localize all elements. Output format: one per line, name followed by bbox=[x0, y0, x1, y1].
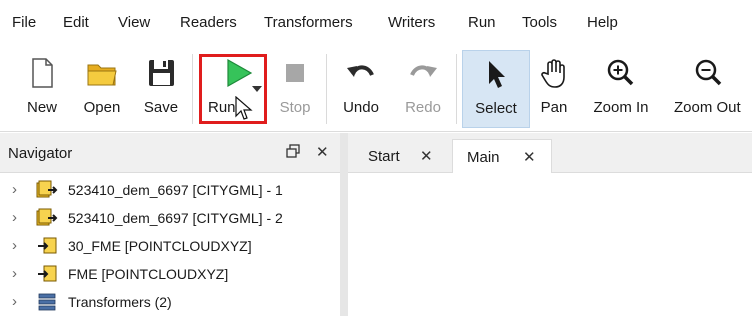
open-button[interactable]: Open bbox=[78, 50, 126, 128]
menu-readers[interactable]: Readers bbox=[180, 14, 237, 31]
new-file-icon bbox=[32, 58, 53, 88]
navigator-item-label: 523410_dem_6697 [CITYGML] - 2 bbox=[68, 210, 283, 226]
redo-button[interactable]: Redo bbox=[398, 50, 448, 128]
stop-label: Stop bbox=[279, 99, 311, 116]
select-button[interactable]: Select bbox=[462, 50, 530, 128]
toolbar-separator bbox=[326, 54, 327, 124]
tab-start[interactable]: Start ✕ bbox=[354, 139, 450, 173]
restore-window-icon[interactable] bbox=[286, 144, 300, 161]
tab-main-label: Main bbox=[467, 149, 500, 166]
chevron-right-icon[interactable]: › bbox=[12, 237, 17, 254]
zoom-in-icon bbox=[607, 59, 634, 86]
writer-icon bbox=[38, 237, 57, 254]
navigator-tree: › 523410_dem_6697 [CITYGML] - 1 › 523410… bbox=[0, 174, 340, 316]
close-icon[interactable]: ✕ bbox=[316, 143, 329, 161]
reader-icon bbox=[36, 180, 58, 198]
navigator-header: Navigator ✕ bbox=[0, 133, 340, 173]
zoom-out-button[interactable]: Zoom Out bbox=[668, 50, 752, 128]
undo-label: Undo bbox=[343, 99, 379, 116]
open-label: Open bbox=[83, 99, 121, 116]
select-label: Select bbox=[475, 100, 517, 117]
toolbar-separator bbox=[192, 54, 193, 124]
list-item[interactable]: › FME [POINTCLOUDXYZ] bbox=[0, 262, 340, 288]
reader-icon bbox=[36, 208, 58, 226]
tab-main[interactable]: Main ✕ bbox=[452, 139, 552, 173]
panel-splitter[interactable] bbox=[340, 133, 348, 316]
run-highlight-box bbox=[199, 54, 267, 124]
pan-button[interactable]: Pan bbox=[534, 50, 574, 128]
chevron-right-icon[interactable]: › bbox=[12, 181, 17, 198]
navigator-item-label: 523410_dem_6697 [CITYGML] - 1 bbox=[68, 182, 283, 198]
chevron-right-icon[interactable]: › bbox=[12, 265, 17, 282]
list-item[interactable]: › 30_FME [POINTCLOUDXYZ] bbox=[0, 234, 340, 260]
navigator-item-label: 30_FME [POINTCLOUDXYZ] bbox=[68, 238, 252, 254]
chevron-right-icon[interactable]: › bbox=[12, 209, 17, 226]
list-item[interactable]: › 523410_dem_6697 [CITYGML] - 1 bbox=[0, 178, 340, 204]
list-item[interactable]: › Transformers (2) bbox=[0, 290, 340, 316]
stop-button[interactable]: Stop bbox=[272, 50, 318, 128]
menu-file[interactable]: File bbox=[12, 14, 36, 31]
pan-label: Pan bbox=[540, 99, 568, 116]
navigator-item-label: Transformers (2) bbox=[68, 294, 172, 310]
save-disk-icon bbox=[149, 60, 174, 86]
menu-transformers[interactable]: Transformers bbox=[264, 14, 353, 31]
menu-help[interactable]: Help bbox=[587, 14, 618, 31]
chevron-right-icon[interactable]: › bbox=[12, 293, 17, 310]
close-icon[interactable]: ✕ bbox=[420, 147, 433, 165]
redo-icon bbox=[410, 65, 437, 77]
folder-open-icon bbox=[87, 64, 117, 86]
toolbar: New Open Save Run Stop Undo Redo Select … bbox=[0, 40, 752, 132]
menu-run[interactable]: Run bbox=[468, 14, 496, 31]
tab-start-label: Start bbox=[368, 148, 400, 165]
menu-writers[interactable]: Writers bbox=[388, 14, 435, 31]
menu-edit[interactable]: Edit bbox=[63, 14, 89, 31]
tab-bar: Start ✕ Main ✕ bbox=[348, 133, 752, 173]
save-button[interactable]: Save bbox=[138, 50, 184, 128]
hand-pan-icon bbox=[541, 59, 565, 88]
stop-icon bbox=[286, 64, 304, 82]
new-button[interactable]: New bbox=[20, 50, 64, 128]
save-label: Save bbox=[143, 99, 179, 116]
menu-tools[interactable]: Tools bbox=[522, 14, 557, 31]
menu-view[interactable]: View bbox=[118, 14, 150, 31]
close-icon[interactable]: ✕ bbox=[523, 148, 536, 166]
undo-button[interactable]: Undo bbox=[336, 50, 386, 128]
writer-icon bbox=[38, 265, 57, 282]
navigator-title: Navigator bbox=[8, 145, 73, 162]
list-item[interactable]: › 523410_dem_6697 [CITYGML] - 2 bbox=[0, 206, 340, 232]
zoom-in-button[interactable]: Zoom In bbox=[584, 50, 658, 128]
undo-icon bbox=[347, 65, 374, 77]
zoom-out-icon bbox=[695, 59, 722, 86]
transformers-icon bbox=[38, 293, 56, 311]
new-label: New bbox=[26, 99, 57, 116]
toolbar-separator bbox=[456, 54, 457, 124]
select-arrow-icon bbox=[489, 61, 505, 88]
navigator-item-label: FME [POINTCLOUDXYZ] bbox=[68, 266, 229, 282]
redo-label: Redo bbox=[405, 99, 441, 116]
zoom-out-label: Zoom Out bbox=[674, 99, 741, 116]
zoom-in-label: Zoom In bbox=[593, 99, 649, 116]
workspace-canvas[interactable] bbox=[348, 174, 752, 316]
menu-bar: File Edit View Readers Transformers Writ… bbox=[0, 0, 752, 40]
